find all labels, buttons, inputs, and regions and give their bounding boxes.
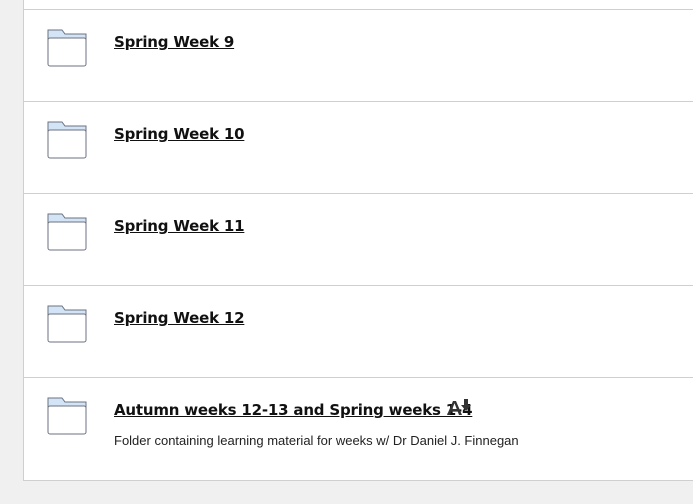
folder-icon[interactable]	[47, 27, 87, 67]
folder-icon[interactable]	[47, 303, 87, 343]
folder-icon[interactable]	[47, 211, 87, 251]
folder-link[interactable]: Spring Week 9	[114, 33, 234, 51]
list-item: Autumn weeks 12-13 and Spring weeks 1-4 …	[24, 377, 693, 481]
folder-description: Folder containing learning material for …	[114, 433, 519, 448]
folder-link[interactable]: Autumn weeks 12-13 and Spring weeks 1-4	[114, 401, 473, 419]
list-item: Spring Week 12	[24, 285, 693, 377]
list-item: Spring Week 10	[24, 101, 693, 193]
folder-icon[interactable]	[47, 119, 87, 159]
content-list: Spring Week 9 Spring Week 10 Spring Week…	[23, 0, 693, 481]
folder-link[interactable]: Spring Week 12	[114, 309, 245, 327]
folder-icon[interactable]	[47, 395, 87, 435]
folder-link[interactable]: Spring Week 11	[114, 217, 245, 235]
list-item: Spring Week 11	[24, 193, 693, 285]
folder-link[interactable]: Spring Week 10	[114, 125, 245, 143]
list-item: Spring Week 9	[24, 9, 693, 101]
alternative-formats-icon[interactable]	[446, 398, 472, 418]
